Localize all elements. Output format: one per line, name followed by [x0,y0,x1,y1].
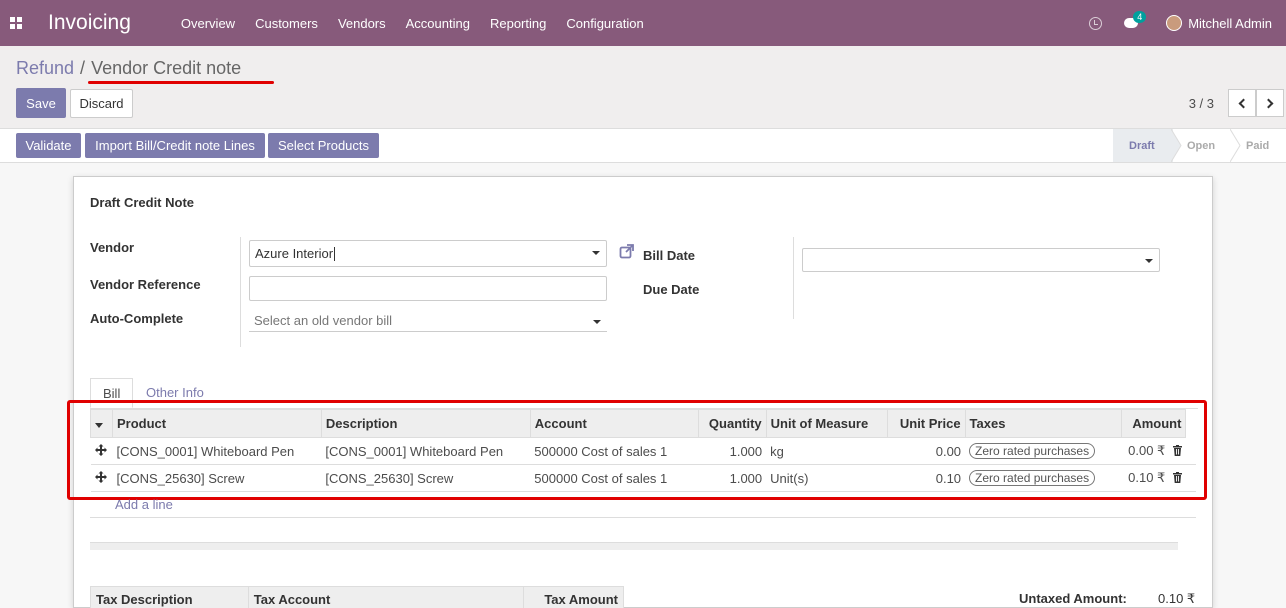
import-lines-button[interactable]: Import Bill/Credit note Lines [85,133,265,158]
vendor-reference-label: Vendor Reference [90,277,201,292]
activity-clock-icon[interactable] [1089,16,1103,30]
column-divider [793,237,794,319]
header-tax-amount[interactable]: Tax Amount [523,586,624,608]
auto-complete-placeholder: Select an old vendor bill [254,313,393,328]
dropdown-caret-icon [593,320,601,324]
navbar-right: 4 Mitchell Admin [1089,0,1286,46]
lines-footer-bar [90,542,1178,550]
highlight-underline [88,81,274,84]
vendor-reference-field[interactable] [249,276,607,301]
due-date-label: Due Date [643,282,700,297]
chevron-right-icon [1263,98,1274,108]
auto-complete-label: Auto-Complete [90,311,184,326]
user-menu[interactable]: Mitchell Admin [1188,16,1272,31]
dropdown-caret-icon [1145,259,1153,263]
breadcrumb-current: Vendor Credit note [91,58,242,78]
select-products-button[interactable]: Select Products [268,133,379,158]
pager-value: 3 / 3 [1188,96,1214,111]
vendor-label: Vendor [90,240,135,255]
top-navbar: Invoicing Overview Customers Vendors Acc… [0,0,1286,46]
bill-date-field[interactable] [802,248,1160,272]
status-step-draft-label: Draft [1129,140,1155,152]
menu-reporting[interactable]: Reporting [490,16,546,31]
chevron-left-icon [1238,98,1249,108]
save-button[interactable]: Save [16,88,66,118]
column-divider [240,237,241,347]
untaxed-amount-label: Untaxed Amount: [1019,591,1127,606]
pager-previous-button[interactable] [1228,89,1256,117]
text-cursor [334,246,336,261]
add-a-line-link[interactable]: Add a line [115,497,173,512]
tax-table-header-row: Tax Description Tax Account Tax Amount [90,586,624,608]
menu-vendors[interactable]: Vendors [338,16,386,31]
tax-lines-table: Tax Description Tax Account Tax Amount [90,586,624,608]
discard-button[interactable]: Discard [70,89,133,118]
highlight-box [67,400,1207,500]
vendor-field[interactable]: Azure Interior [249,240,607,267]
status-steps: Draft Open Paid [1113,129,1286,162]
status-step-paid-label[interactable]: Paid [1246,140,1269,152]
tab-other-info[interactable]: Other Info [146,385,204,400]
header-tax-account[interactable]: Tax Account [247,586,525,608]
pager-next-button[interactable] [1256,89,1284,117]
header-tax-description[interactable]: Tax Description [90,586,249,608]
breadcrumb-separator: / [80,58,86,78]
status-arrow-icon [1171,129,1182,162]
validate-button[interactable]: Validate [16,133,81,158]
menu-accounting[interactable]: Accounting [406,16,470,31]
app-title[interactable]: Invoicing [48,11,131,35]
apps-menu-icon[interactable] [0,0,32,46]
messaging-chat-icon[interactable]: 4 [1124,10,1147,30]
menu-configuration[interactable]: Configuration [566,16,643,31]
vendor-field-value: Azure Interior [255,246,334,261]
menu-customers[interactable]: Customers [255,16,318,31]
form-title: Draft Credit Note [90,195,195,210]
breadcrumb-refund-link[interactable]: Refund [16,58,74,78]
dropdown-caret-icon [592,251,600,255]
chat-count-badge: 4 [1133,10,1147,23]
auto-complete-field[interactable]: Select an old vendor bill [249,310,607,332]
user-avatar[interactable] [1166,15,1183,31]
menu-overview[interactable]: Overview [181,16,235,31]
lines-footer-divider [90,517,1196,518]
bill-date-label: Bill Date [643,248,696,263]
external-link-icon[interactable] [619,243,635,259]
breadcrumb: Refund / Vendor Credit note [16,58,241,79]
status-arrow-icon [1230,129,1241,162]
status-step-open-label[interactable]: Open [1187,140,1215,152]
main-menu: Overview Customers Vendors Accounting Re… [171,16,654,31]
untaxed-amount-value: 0.10 ₹ [1158,591,1196,606]
